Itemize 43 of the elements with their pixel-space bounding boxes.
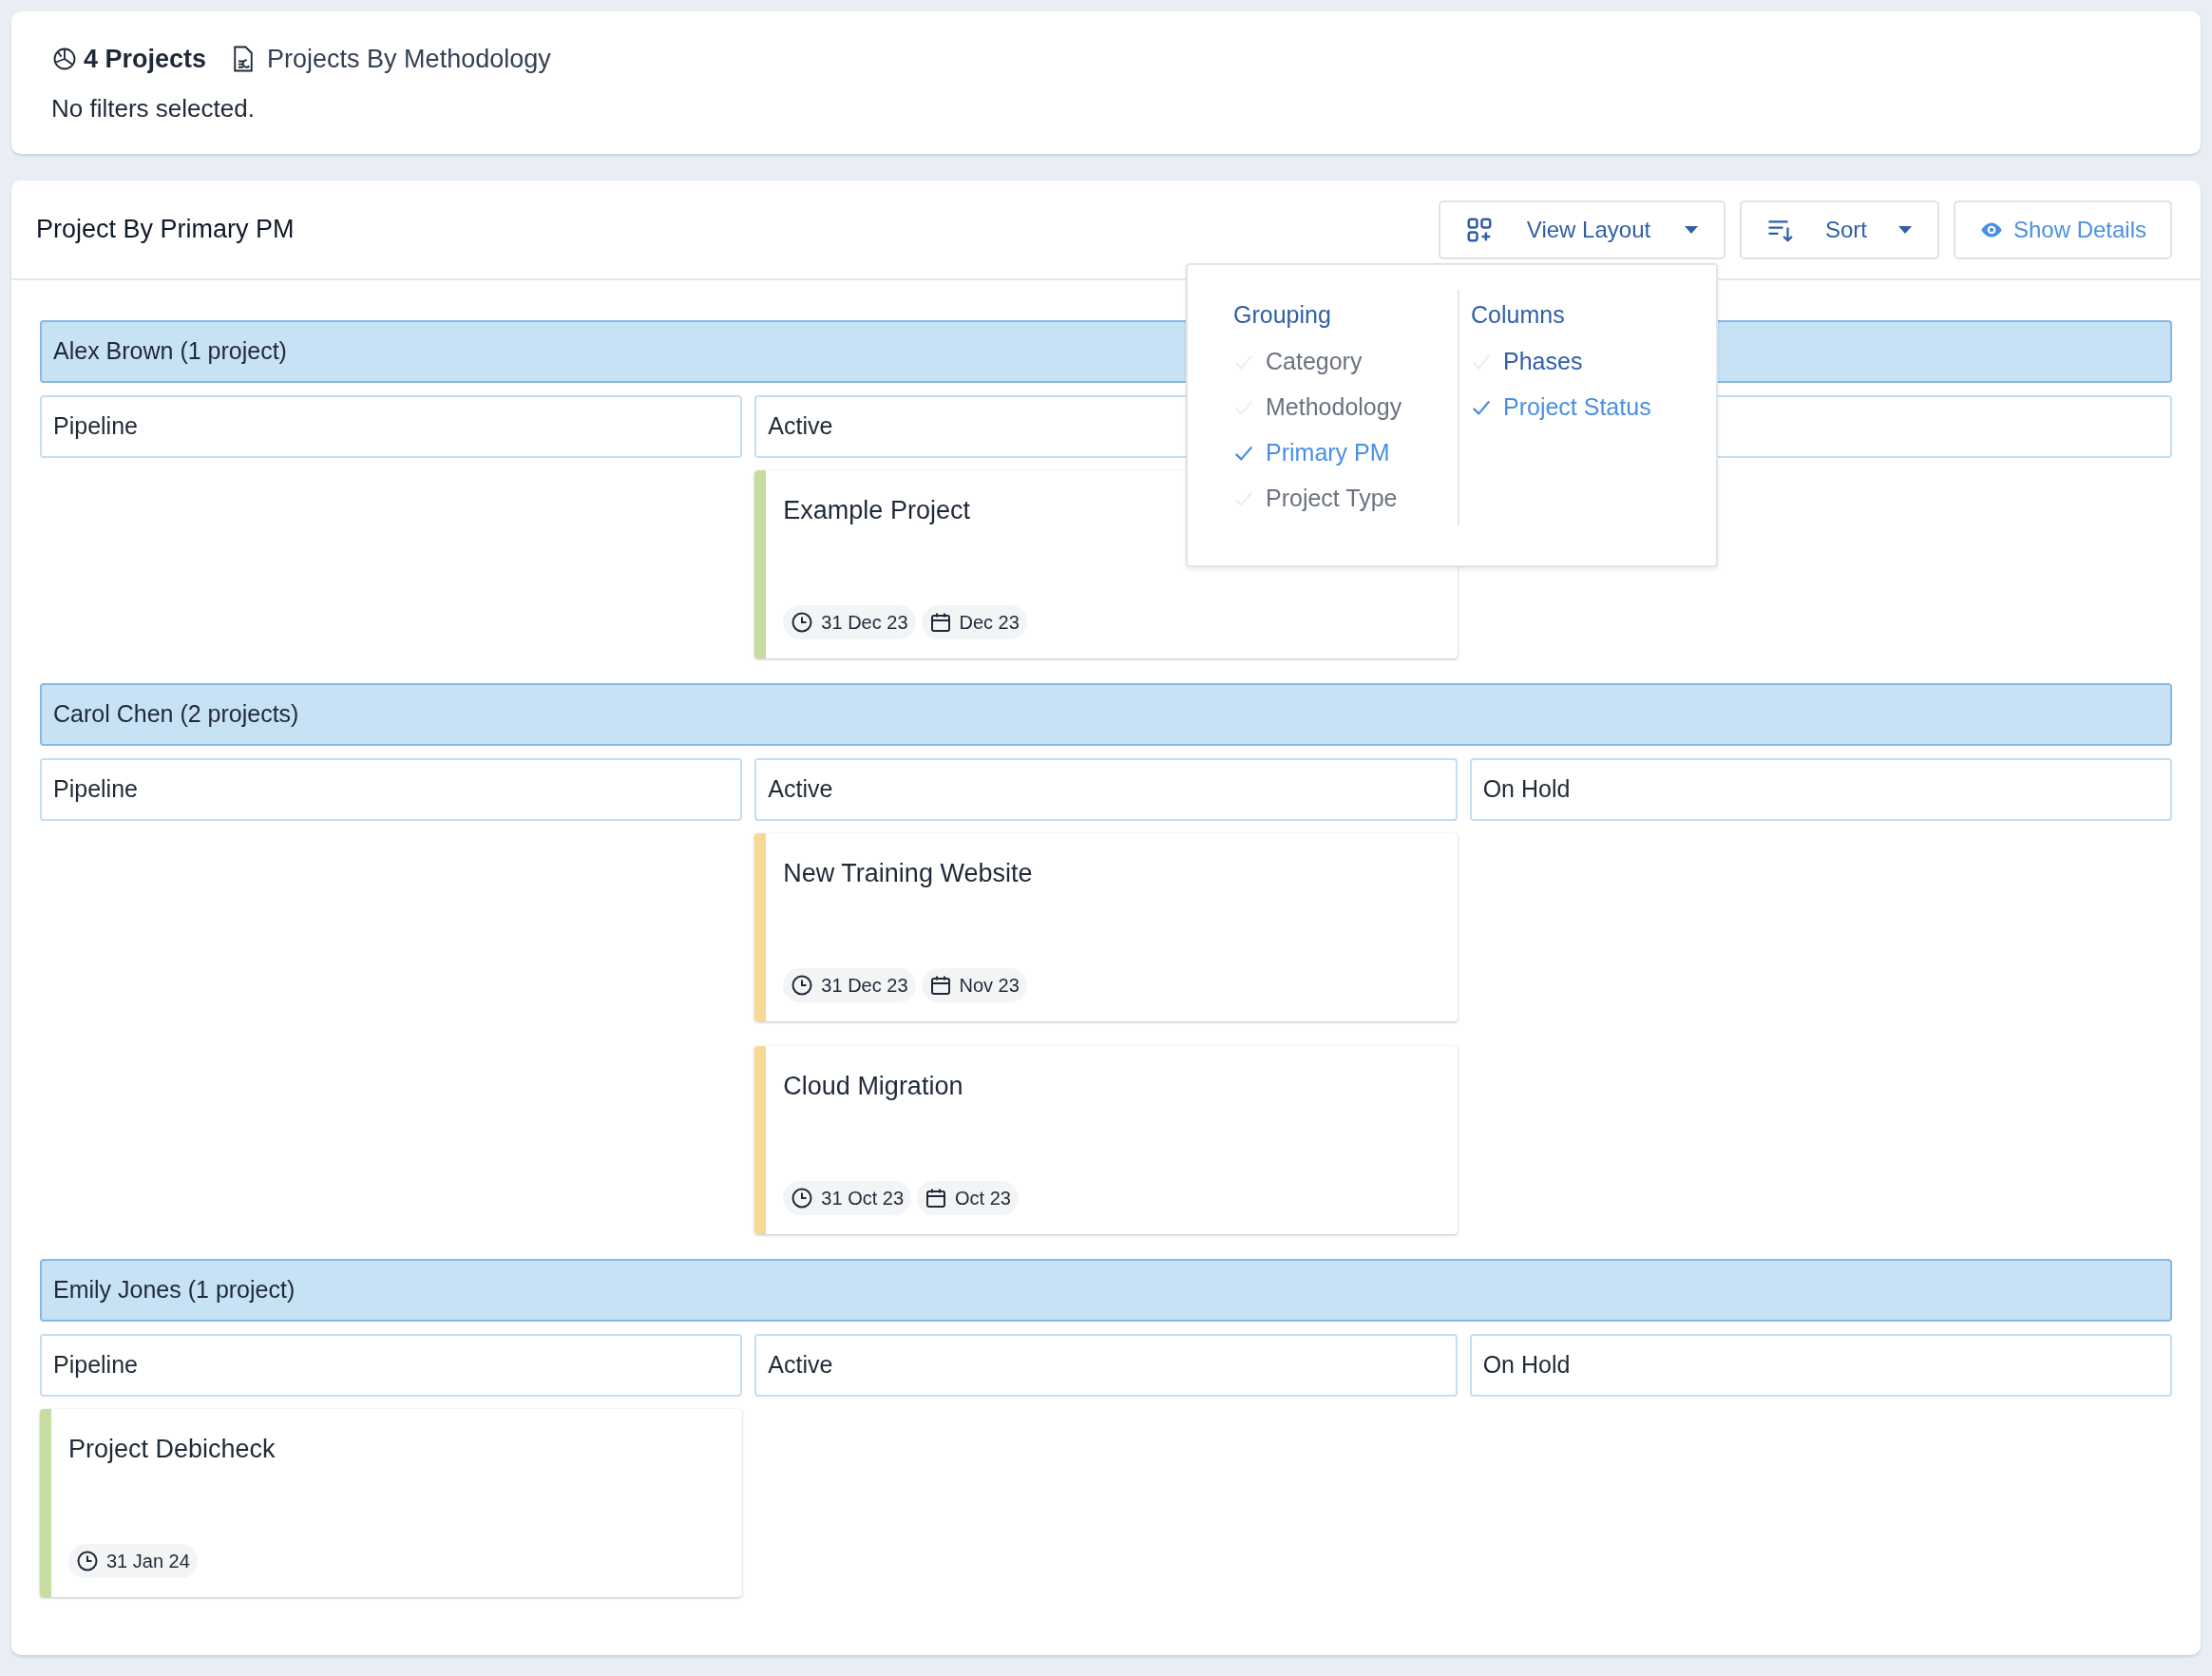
- column-header: Pipeline: [40, 758, 743, 821]
- project-title: Cloud Migration: [783, 1071, 964, 1102]
- show-details-button[interactable]: Show Details: [1954, 200, 2172, 259]
- project-card[interactable]: New Training Website 31 Dec 23 Nov 23: [754, 833, 1458, 1021]
- month-tag: Oct 23: [917, 1181, 1019, 1215]
- column-header: Active: [754, 1334, 1458, 1397]
- menu-option[interactable]: Phases: [1471, 338, 1651, 385]
- due-date: 31 Dec 23: [783, 968, 916, 1002]
- calendar-icon: [928, 974, 952, 997]
- clock-icon: [791, 974, 814, 997]
- menu-option[interactable]: Project Status: [1471, 384, 1651, 430]
- project-title: New Training Website: [783, 858, 1033, 889]
- month-tag: Nov 23: [921, 968, 1027, 1002]
- due-date: 31 Dec 23: [783, 605, 916, 639]
- calendar-icon: [925, 1187, 948, 1209]
- project-count: 4 Projects: [84, 44, 207, 75]
- project-card[interactable]: Cloud Migration 31 Oct 23 Oct 23: [754, 1046, 1458, 1234]
- menu-option[interactable]: Project Type: [1233, 475, 1458, 522]
- column-header: Pipeline: [40, 1334, 743, 1397]
- clock-icon: [76, 1550, 99, 1572]
- group-header[interactable]: Emily Jones (1 project): [40, 1259, 2172, 1322]
- column-header: On Hold: [1469, 758, 2172, 821]
- sort-button[interactable]: Sort: [1740, 200, 1939, 259]
- month-tag: Dec 23: [921, 605, 1027, 639]
- column-header: On Hold: [1469, 1334, 2172, 1397]
- clock-icon: [791, 611, 814, 634]
- caret-icon: [1897, 224, 1913, 235]
- project-title: Project Debicheck: [68, 1434, 276, 1465]
- project-title: Example Project: [783, 495, 971, 526]
- group-header[interactable]: Carol Chen (2 projects): [40, 683, 2172, 746]
- report-link[interactable]: Projects By Methodology: [267, 40, 551, 79]
- column-header: Active: [754, 758, 1458, 821]
- menu-option[interactable]: Category: [1233, 338, 1458, 385]
- caret-icon: [1684, 224, 1699, 235]
- due-date: 31 Oct 23: [783, 1181, 912, 1215]
- column-header: Pipeline: [40, 395, 743, 458]
- filter-status: No filters selected.: [51, 92, 256, 124]
- calendar-icon: [928, 611, 952, 634]
- clock-icon: [791, 1187, 814, 1209]
- view-layout-button[interactable]: View Layout: [1439, 200, 1726, 259]
- board-title: Project By Primary PM: [36, 214, 295, 246]
- project-card[interactable]: Project Debicheck 31 Jan 24: [40, 1409, 743, 1597]
- due-date: 31 Jan 24: [68, 1544, 198, 1578]
